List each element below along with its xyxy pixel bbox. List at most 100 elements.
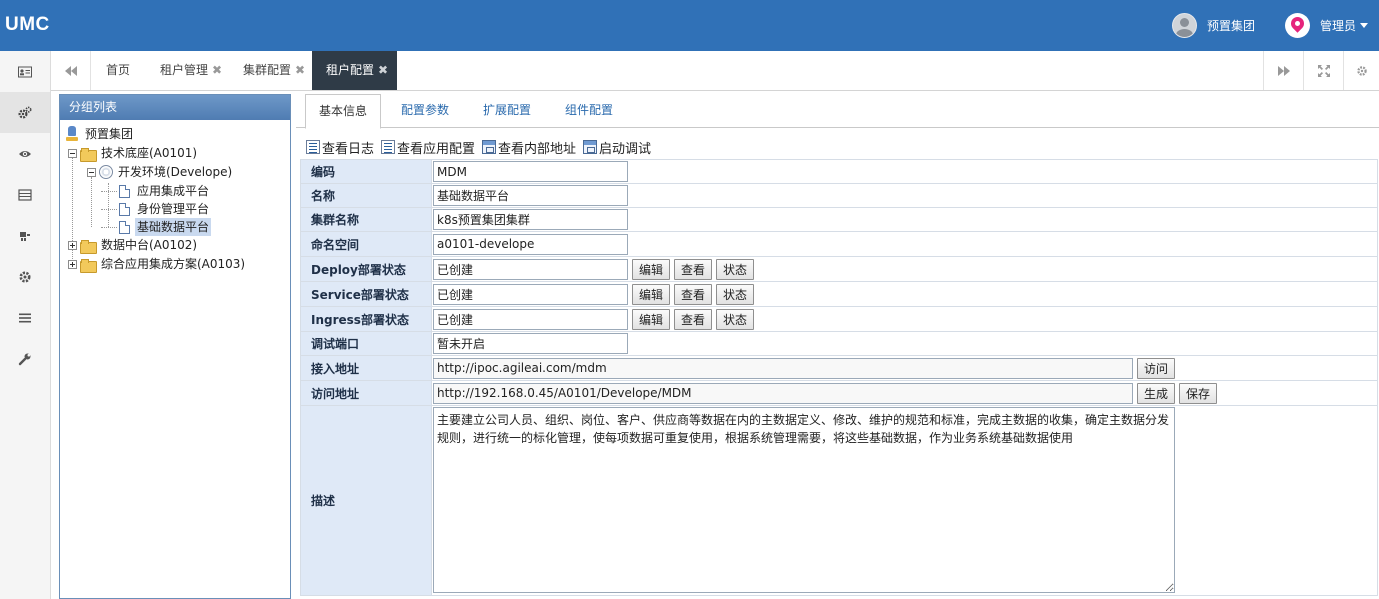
rail-eye[interactable] <box>0 133 50 174</box>
tab-config-params[interactable]: 配置参数 <box>401 94 449 128</box>
tree-node-label: 技术底座(A0101) <box>101 146 198 160</box>
deploy-edit-button[interactable]: 编辑 <box>632 258 671 280</box>
tab-cluster-config[interactable]: 集群配置 ✖ <box>243 51 305 90</box>
tree-panel-title: 分组列表 <box>60 95 290 120</box>
tree-node-a0102[interactable]: 数据中台(A0102) <box>68 236 199 254</box>
tab-label: 租户管理 <box>160 63 209 77</box>
tree-connector <box>101 227 117 228</box>
ingress-status-button[interactable]: 状态 <box>716 308 755 330</box>
code-input[interactable] <box>433 161 628 182</box>
document-icon <box>119 220 130 234</box>
form-row-cluster: 集群名称 <box>300 207 1378 232</box>
start-debug-button[interactable]: 启动调试 <box>583 138 651 157</box>
fullscreen-button[interactable] <box>1303 51 1343 90</box>
eye-icon <box>19 150 31 157</box>
tree-node-master-data[interactable]: 基础数据平台 <box>119 218 212 236</box>
list-icon <box>381 140 396 154</box>
service-view-button[interactable]: 查看 <box>674 283 713 305</box>
deploy-status-input[interactable] <box>433 258 628 280</box>
user-menu[interactable]: 管理员 <box>1285 13 1369 38</box>
tab-scroll-left[interactable] <box>51 51 91 90</box>
deploy-view-button[interactable]: 查看 <box>674 258 713 280</box>
form-row-debug-port: 调试端口 <box>300 331 1378 356</box>
group-tree-panel: 分组列表 预置集团 技术底座(A0101) 开发环境(Develope) 应用集… <box>59 94 291 599</box>
folder-icon <box>80 147 97 162</box>
form-row-service: Service部署状态 编辑 查看 状态 <box>300 281 1378 307</box>
tab-label: 集群配置 <box>243 63 292 77</box>
field-label: Service部署状态 <box>300 281 432 307</box>
gear-icon <box>19 271 31 282</box>
tree-node-develope[interactable]: 开发环境(Develope) <box>87 163 234 181</box>
deploy-status-button[interactable]: 状态 <box>716 258 755 280</box>
tree-node-a0101[interactable]: 技术底座(A0101) <box>68 144 199 162</box>
form-row-name: 名称 <box>300 183 1378 208</box>
rail-sitemap[interactable] <box>0 215 50 256</box>
cluster-name-input[interactable] <box>433 209 628 230</box>
chevron-down-icon <box>1360 23 1369 28</box>
tab-scroll-right[interactable] <box>1263 51 1303 90</box>
sitemap-icon <box>20 231 30 241</box>
form-row-access-entry: 接入地址 访问 <box>300 355 1378 381</box>
tab-label: 首页 <box>106 63 131 77</box>
access-url-input[interactable] <box>433 382 1133 404</box>
close-icon[interactable]: ✖ <box>212 63 222 77</box>
service-edit-button[interactable]: 编辑 <box>632 283 671 305</box>
name-input[interactable] <box>433 185 628 206</box>
tab-tenant-config[interactable]: 租户配置 ✖ <box>312 51 398 90</box>
generate-button[interactable]: 生成 <box>1137 382 1176 404</box>
rail-bars[interactable] <box>0 297 50 338</box>
tree-node-label: 应用集成平台 <box>137 184 210 198</box>
close-icon[interactable]: ✖ <box>295 63 305 77</box>
close-icon[interactable]: ✖ <box>378 63 388 77</box>
visit-button[interactable]: 访问 <box>1137 357 1176 379</box>
rail-id-card[interactable] <box>0 51 50 92</box>
view-app-config-button[interactable]: 查看应用配置 <box>381 138 475 157</box>
collapse-icon[interactable] <box>68 148 77 158</box>
tree-node-label: 综合应用集成方案(A0103) <box>101 257 246 271</box>
rail-list[interactable] <box>0 174 50 215</box>
tree-node-a0103[interactable]: 综合应用集成方案(A0103) <box>68 255 247 273</box>
ingress-status-input[interactable] <box>433 308 628 330</box>
tab-home[interactable]: 首页 <box>106 51 130 90</box>
field-label: 接入地址 <box>300 355 432 381</box>
tab-extension-config[interactable]: 扩展配置 <box>483 94 531 128</box>
rail-wrench[interactable] <box>0 338 50 379</box>
settings-button[interactable] <box>1343 51 1379 90</box>
view-internal-address-button[interactable]: 查看内部地址 <box>482 138 576 157</box>
window-icon <box>482 140 497 154</box>
tab-component-config[interactable]: 组件配置 <box>565 94 613 128</box>
debug-port-input[interactable] <box>433 333 628 354</box>
save-button[interactable]: 保存 <box>1179 382 1218 404</box>
group-switcher[interactable]: 预置集团 <box>1172 13 1255 38</box>
tool-label: 查看应用配置 <box>397 141 476 157</box>
field-cell <box>431 159 1378 184</box>
environment-icon <box>99 165 113 179</box>
ingress-view-button[interactable]: 查看 <box>674 308 713 330</box>
namespace-input[interactable] <box>433 233 628 255</box>
expand-icon[interactable] <box>68 240 77 250</box>
id-card-icon <box>18 66 32 77</box>
form-row-deploy: Deploy部署状态 编辑 查看 状态 <box>300 256 1378 282</box>
app-logo: UMC <box>5 14 50 35</box>
collapse-icon[interactable] <box>87 167 96 177</box>
field-label: 名称 <box>300 183 432 208</box>
tab-basic-info[interactable]: 基本信息 <box>305 94 382 129</box>
tree-node-app-integration[interactable]: 应用集成平台 <box>119 182 211 200</box>
service-status-button[interactable]: 状态 <box>716 283 755 305</box>
view-log-button[interactable]: 查看日志 <box>306 138 374 157</box>
rail-gears[interactable] <box>0 92 50 133</box>
service-status-input[interactable] <box>433 283 628 305</box>
document-icon <box>119 202 130 216</box>
rail-gear[interactable] <box>0 256 50 297</box>
expand-icon[interactable] <box>68 259 77 269</box>
tab-tenant-management[interactable]: 租户管理 ✖ <box>160 51 222 90</box>
tree-node-label: 身份管理平台 <box>137 202 210 216</box>
field-label: 描述 <box>300 405 432 596</box>
tree-node-identity[interactable]: 身份管理平台 <box>119 200 211 218</box>
ingress-edit-button[interactable]: 编辑 <box>632 308 671 330</box>
tool-label: 查看内部地址 <box>498 141 577 157</box>
form-row-description: 描述 主要建立公司人员、组织、岗位、客户、供应商等数据在内的主数据定义、修改、维… <box>300 405 1378 596</box>
access-entry-input[interactable] <box>433 357 1133 379</box>
tree-node-root[interactable]: 预置集团 <box>66 125 135 143</box>
description-textarea[interactable]: 主要建立公司人员、组织、岗位、客户、供应商等数据在内的主数据定义、修改、维护的规… <box>433 407 1175 593</box>
